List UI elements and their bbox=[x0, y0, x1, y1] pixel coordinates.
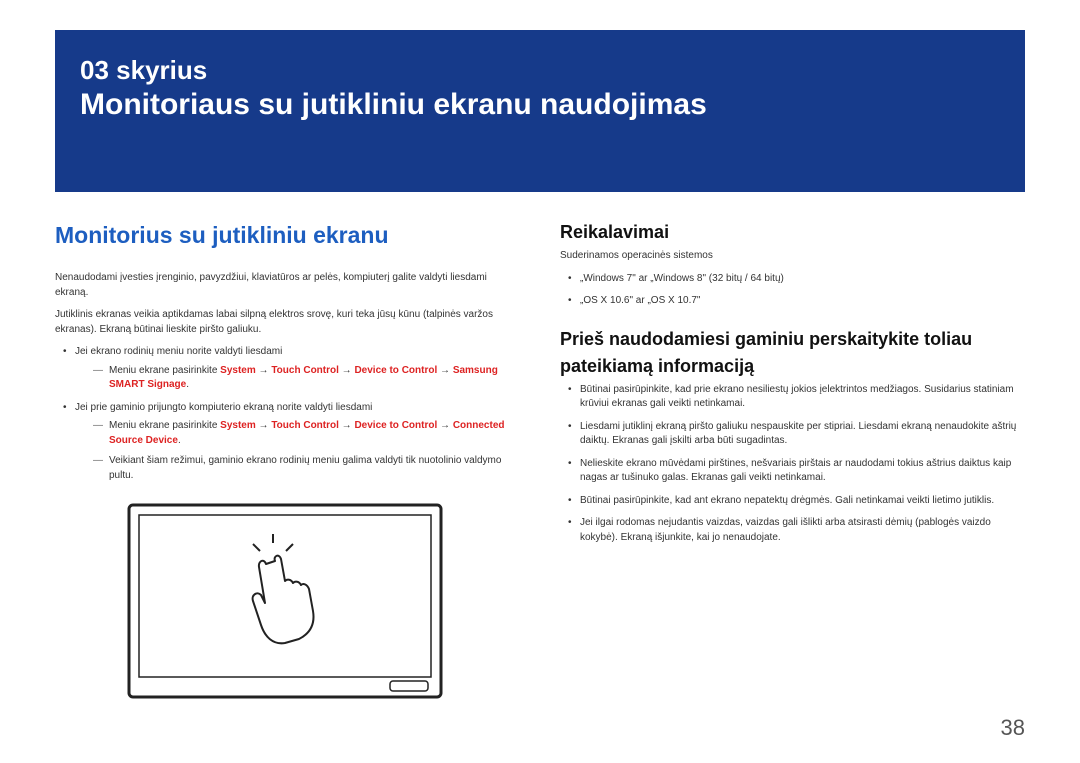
requirements-heading: Reikalavimai bbox=[560, 222, 1025, 243]
warning-heading-line2: pateikiamą informaciją bbox=[560, 356, 1025, 377]
warning-heading-line1: Prieš naudodamiesi gaminiu perskaitykite… bbox=[560, 329, 1025, 350]
os-windows: „Windows 7" ar „Windows 8" (32 bitų / 64… bbox=[568, 272, 1025, 287]
left-column: Monitorius su jutikliniu ekranu Nenaudod… bbox=[55, 222, 520, 706]
warning-gloves: Nelieskite ekrano mūvėdami pirštines, ne… bbox=[568, 457, 1025, 486]
warning-static: Būtinai pasirūpinkite, kad prie ekrano n… bbox=[568, 383, 1025, 412]
os-osx: „OS X 10.6" ar „OS X 10.7" bbox=[568, 294, 1025, 309]
bullet-pc-control: Jei prie gaminio prijungto kompiuterio e… bbox=[63, 401, 520, 484]
chapter-title: Monitoriaus su jutikliniu ekranu naudoji… bbox=[80, 88, 1000, 122]
touch-illustration bbox=[125, 501, 520, 706]
page-number: 38 bbox=[1001, 715, 1025, 741]
chapter-number: 03 skyrius bbox=[80, 55, 1000, 86]
warning-list: Būtinai pasirūpinkite, kad prie ekrano n… bbox=[568, 383, 1025, 546]
chapter-header: 03 skyrius Monitoriaus su jutikliniu ekr… bbox=[55, 30, 1025, 192]
intro-text-1: Nenaudodami įvesties įrenginio, pavyzdži… bbox=[55, 271, 520, 300]
warning-pressure: Liesdami jutiklinį ekraną piršto galiuku… bbox=[568, 420, 1025, 449]
os-list: „Windows 7" ar „Windows 8" (32 bitų / 64… bbox=[568, 272, 1025, 309]
compat-label: Suderinamos operacinės sistemos bbox=[560, 249, 1025, 264]
warning-moisture: Būtinai pasirūpinkite, kad ant ekrano ne… bbox=[568, 494, 1025, 509]
content-columns: Monitorius su jutikliniu ekranu Nenaudod… bbox=[55, 222, 1025, 706]
right-column: Reikalavimai Suderinamos operacinės sist… bbox=[560, 222, 1025, 706]
sub-menu-path-2: Meniu ekrane pasirinkite System → Touch … bbox=[95, 419, 520, 448]
sub-menu-path-1: Meniu ekrane pasirinkite System → Touch … bbox=[95, 364, 520, 393]
sub-note-remote: Veikiant šiam režimui, gaminio ekrano ro… bbox=[95, 454, 520, 483]
instruction-list: Jei ekrano rodinių meniu norite valdyti … bbox=[63, 345, 520, 483]
warning-burnin: Jei ilgai rodomas nejudantis vaizdas, va… bbox=[568, 516, 1025, 545]
bullet-menu-control: Jei ekrano rodinių meniu norite valdyti … bbox=[63, 345, 520, 393]
intro-text-2: Jutiklinis ekranas veikia aptikdamas lab… bbox=[55, 308, 520, 337]
touch-screen-icon bbox=[125, 501, 445, 701]
section-heading-monitor: Monitorius su jutikliniu ekranu bbox=[55, 222, 520, 249]
document-page: 03 skyrius Monitoriaus su jutikliniu ekr… bbox=[0, 0, 1080, 706]
